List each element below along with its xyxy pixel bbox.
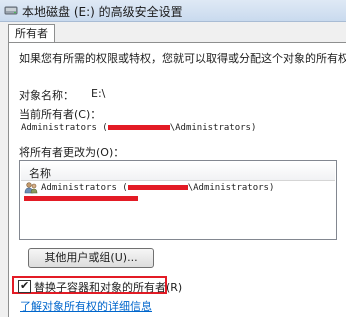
advanced-security-settings-window: 本地磁盘 (E:) 的高级安全设置 所有者 如果您有所需的权限或特权，您就可以取… [0,0,346,317]
name-column-label: 名称 [29,167,51,180]
object-name-value: E:\ [91,87,106,100]
current-owner-suffix: \Administrators) [169,123,257,133]
other-users-or-groups-button[interactable]: 其他用户或组(U)... [28,248,154,268]
window-title: 本地磁盘 (E:) 的高级安全设置 [22,5,183,19]
replace-owner-checkbox-label[interactable]: 替换子容器和对象的所有者(R) [34,279,182,295]
current-owner-value: Administrators ( \Administrators) [21,123,256,133]
list-item-prefix: Administrators ( [41,183,128,193]
checkmark-icon: ✔ [20,279,30,292]
drive-icon [4,6,18,15]
list-item-label: Administrators ( \Administrators) [41,183,274,193]
user-group-icon [24,182,38,194]
list-item[interactable]: Administrators ( \Administrators) [22,181,334,196]
current-owner-label: 当前所有者(C)： [19,108,102,121]
change-owner-to-label: 将所有者更改为(O)： [19,146,125,159]
tab-strip: 所有者 [8,24,346,43]
tab-owner[interactable]: 所有者 [8,24,55,43]
list-item-suffix: \Administrators) [187,183,275,193]
current-owner-prefix: Administrators ( [21,123,108,133]
replace-owner-checkbox[interactable]: ✔ [18,280,31,293]
redaction-mark [107,125,170,130]
redaction-mark [127,185,188,190]
list-column-header[interactable]: 名称 [21,162,335,181]
ownership-details-link[interactable]: 了解对象所有权的详细信息 [20,298,152,314]
title-bar[interactable]: 本地磁盘 (E:) 的高级安全设置 [0,0,346,22]
redaction-mark [24,196,138,201]
object-name-label: 对象名称： [19,89,74,102]
owner-intro-text: 如果您有所需的权限或特权，您就可以取得或分配这个对象的所有权。 [19,52,346,65]
